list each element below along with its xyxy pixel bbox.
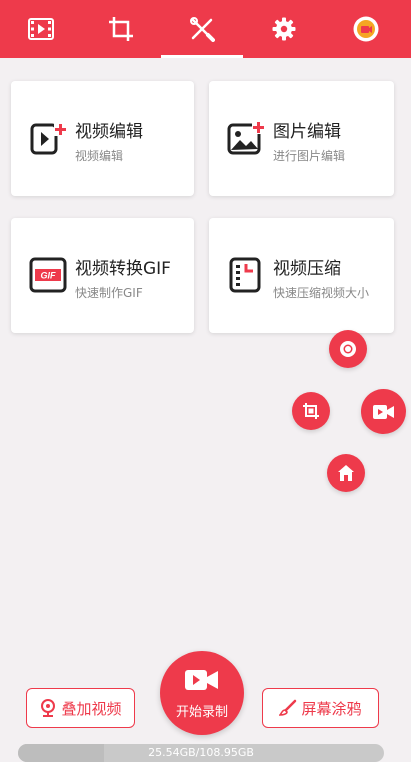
card-subtitle: 快速制作GIF: [75, 286, 143, 300]
record-dot-icon: [340, 341, 356, 357]
crop-icon: [109, 17, 133, 41]
gif-icon-text: GIF: [41, 271, 57, 281]
storage-usage-text: 25.54GB/108.95GB: [148, 746, 254, 759]
screenshot-icon: [303, 403, 319, 419]
card-video-compress[interactable]: 视频压缩 快速压缩视频大小: [209, 218, 394, 333]
active-tab-indicator: [161, 55, 243, 58]
tab-tools[interactable]: [161, 0, 243, 58]
card-video-to-gif[interactable]: GIF 视频转换GIF 快速制作GIF: [11, 218, 194, 333]
float-record-button[interactable]: [329, 330, 367, 368]
tab-profile[interactable]: [325, 0, 407, 58]
overlay-video-label: 叠加视频: [61, 699, 122, 718]
float-home-button[interactable]: [327, 454, 365, 492]
film-icon: [28, 18, 54, 40]
card-subtitle: 进行图片编辑: [273, 149, 346, 163]
compress-icon: [229, 257, 261, 293]
tab-settings[interactable]: [243, 0, 325, 58]
gif-icon: GIF: [29, 257, 67, 293]
card-video-edit[interactable]: 视频编辑 视频编辑: [11, 81, 194, 196]
card-title: 视频压缩: [273, 259, 341, 279]
avatar-icon: [353, 16, 379, 42]
float-screenshot-button[interactable]: [292, 392, 330, 430]
card-title: 图片编辑: [273, 122, 341, 142]
overlay-video-button[interactable]: 叠加视频: [26, 688, 135, 728]
card-title: 视频转换GIF: [75, 259, 171, 279]
card-subtitle: 快速压缩视频大小: [273, 286, 370, 300]
card-subtitle: 视频编辑: [75, 149, 124, 163]
camera-icon: [372, 404, 394, 419]
brush-icon: [279, 699, 297, 716]
card-image-edit[interactable]: 图片编辑 进行图片编辑: [209, 81, 394, 196]
screen-doodle-label: 屏幕涂鸦: [301, 699, 362, 718]
gear-icon: [272, 17, 296, 41]
video-edit-icon: [30, 123, 67, 155]
video-camera-icon: [185, 670, 218, 690]
storage-usage-bar: 25.54GB/108.95GB: [18, 744, 384, 762]
card-title: 视频编辑: [75, 122, 143, 142]
image-edit-icon: [227, 121, 265, 155]
tools-icon: [190, 17, 215, 42]
float-camera-button[interactable]: [361, 389, 406, 434]
top-tab-bar: [0, 0, 411, 58]
start-record-label: 开始录制: [175, 705, 228, 720]
home-icon: [338, 465, 354, 481]
tab-crop[interactable]: [80, 0, 162, 58]
webcam-icon: [41, 699, 56, 717]
tab-video[interactable]: [0, 0, 82, 58]
screen-doodle-button[interactable]: 屏幕涂鸦: [262, 688, 379, 728]
start-record-button[interactable]: 开始录制: [160, 651, 244, 735]
